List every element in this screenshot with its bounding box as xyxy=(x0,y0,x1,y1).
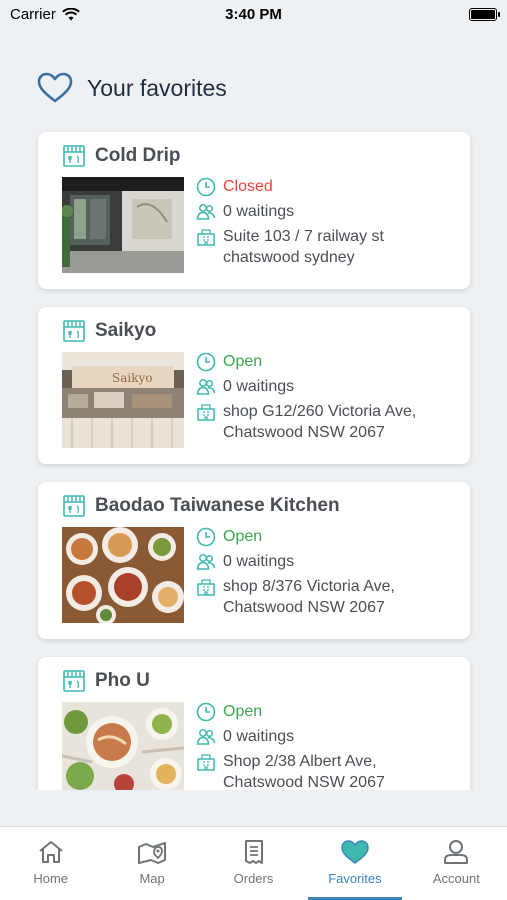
wifi-icon xyxy=(62,7,80,20)
status-text: Open xyxy=(223,353,263,370)
status-left: Carrier xyxy=(10,6,80,23)
people-icon xyxy=(196,554,216,570)
people-icon xyxy=(196,379,216,395)
clock-icon xyxy=(196,352,216,372)
home-icon xyxy=(39,841,63,863)
address-text: shop G12/260 Victoria Ave, Chatswood NSW… xyxy=(223,403,417,441)
restaurant-name: Baodao Taiwanese Kitchen xyxy=(95,495,340,516)
battery-icon xyxy=(469,7,500,21)
restaurant-info: Open 0 waitings shop G12/260 Victoria Av… xyxy=(196,351,456,447)
status-text: Open xyxy=(223,528,263,545)
address-row: Shop 2/38 Albert Ave, Chatswood NSW 2067 xyxy=(196,751,456,790)
receipt-icon xyxy=(244,840,263,864)
status-row: Open xyxy=(196,526,456,547)
restaurant-photo xyxy=(62,177,184,273)
favorite-card[interactable]: Baodao Taiwanese Kitchen Open 0 waitings… xyxy=(38,482,470,639)
building-icon xyxy=(197,229,215,246)
people-icon xyxy=(196,729,216,745)
tab-account[interactable]: Account xyxy=(406,827,507,900)
tab-bar: Home Map Orders Favorites Account xyxy=(0,826,507,900)
carrier-label: Carrier xyxy=(10,5,56,23)
favorites-header: Your favorites xyxy=(37,72,227,104)
clock-icon xyxy=(196,177,216,197)
waitings-text: 0 waitings xyxy=(223,728,295,745)
clock-icon xyxy=(196,527,216,547)
tab-label: Orders xyxy=(233,871,274,886)
restaurant-photo xyxy=(62,702,184,790)
account-icon xyxy=(444,840,469,864)
address-text: Shop 2/38 Albert Ave, Chatswood NSW 2067 xyxy=(223,753,385,790)
waitings-row: 0 waitings xyxy=(196,726,456,747)
store-icon xyxy=(63,145,85,167)
tab-map[interactable]: Map xyxy=(101,827,202,900)
building-icon xyxy=(197,579,215,596)
address-text: shop 8/376 Victoria Ave, Chatswood NSW 2… xyxy=(223,578,395,616)
address-row: Suite 103 / 7 railway st chatswood sydne… xyxy=(196,226,456,268)
favorite-card[interactable]: Cold Drip Closed 0 waitings Suite 103 / … xyxy=(38,132,470,289)
status-bar: Carrier 3:40 PM xyxy=(0,0,507,28)
tab-label: Home xyxy=(33,871,69,886)
waitings-row: 0 waitings xyxy=(196,201,456,222)
tab-favorites[interactable]: Favorites xyxy=(304,827,405,900)
store-icon xyxy=(63,495,85,517)
svg-text:Saikyo: Saikyo xyxy=(112,371,153,385)
address-text: Suite 103 / 7 railway st chatswood sydne… xyxy=(223,228,384,266)
restaurant-name: Pho U xyxy=(95,670,150,691)
waitings-text: 0 waitings xyxy=(223,378,295,395)
restaurant-info: Open 0 waitings shop 8/376 Victoria Ave,… xyxy=(196,526,456,622)
store-icon xyxy=(63,320,85,342)
clock-icon xyxy=(196,702,216,722)
restaurant-info: Open 0 waitings Shop 2/38 Albert Ave, Ch… xyxy=(196,701,456,790)
waitings-text: 0 waitings xyxy=(223,553,295,570)
address-row: shop 8/376 Victoria Ave, Chatswood NSW 2… xyxy=(196,576,456,618)
card-title: Baodao Taiwanese Kitchen xyxy=(62,494,340,518)
restaurant-info: Closed 0 waitings Suite 103 / 7 railway … xyxy=(196,176,456,272)
heart-outline-icon xyxy=(37,72,73,103)
status-row: Open xyxy=(196,351,456,372)
tab-label: Favorites xyxy=(328,871,382,886)
favorites-list[interactable]: Cold Drip Closed 0 waitings Suite 103 / … xyxy=(0,126,507,790)
tab-home[interactable]: Home xyxy=(0,827,101,900)
favorite-card[interactable]: Pho U Open 0 waitings Shop 2/38 Albert A… xyxy=(38,657,470,790)
favorite-card[interactable]: Saikyo Saikyo Open 0 waitings shop G12/2… xyxy=(38,307,470,464)
map-icon xyxy=(138,842,167,864)
waitings-row: 0 waitings xyxy=(196,376,456,397)
address-row: shop G12/260 Victoria Ave, Chatswood NSW… xyxy=(196,401,456,443)
heart-icon xyxy=(341,840,369,864)
card-title: Cold Drip xyxy=(62,144,181,168)
waitings-text: 0 waitings xyxy=(223,203,295,220)
building-icon xyxy=(197,404,215,421)
building-icon xyxy=(197,754,215,771)
tab-orders[interactable]: Orders xyxy=(203,827,304,900)
waitings-row: 0 waitings xyxy=(196,551,456,572)
restaurant-name: Saikyo xyxy=(95,320,157,341)
status-row: Closed xyxy=(196,176,456,197)
card-title: Saikyo xyxy=(62,319,156,343)
status-text: Open xyxy=(223,703,263,720)
card-title: Pho U xyxy=(62,669,150,693)
people-icon xyxy=(196,204,216,220)
restaurant-photo xyxy=(62,527,184,623)
tab-label: Account xyxy=(432,871,480,886)
tab-label: Map xyxy=(139,871,165,886)
store-icon xyxy=(63,670,85,692)
status-text: Closed xyxy=(223,178,273,195)
page-title: Your favorites xyxy=(87,74,227,101)
restaurant-name: Cold Drip xyxy=(95,145,181,166)
restaurant-photo: Saikyo xyxy=(62,352,184,448)
status-row: Open xyxy=(196,701,456,722)
